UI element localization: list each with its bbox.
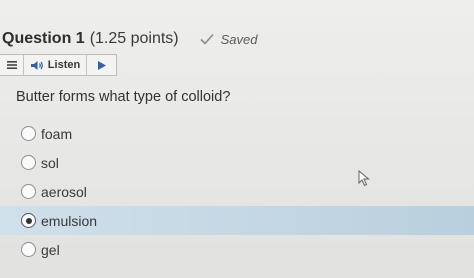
check-icon <box>200 33 214 45</box>
option-label: sol <box>41 154 59 171</box>
saved-label: Saved <box>220 31 258 47</box>
option-label: gel <box>41 241 60 258</box>
menu-icon <box>6 61 17 69</box>
radio-button[interactable] <box>21 126 36 141</box>
mouse-cursor-icon <box>358 170 370 187</box>
option-label: aerosol <box>41 183 87 200</box>
radio-button[interactable] <box>21 242 36 257</box>
radio-button[interactable] <box>21 184 36 199</box>
question-text: Butter forms what type of colloid? <box>16 89 231 105</box>
readspeaker-toolbar: Listen <box>0 54 117 76</box>
option-sol[interactable]: sol <box>0 148 474 177</box>
question-title: Question 1 <box>2 30 85 47</box>
listen-label: Listen <box>47 59 81 71</box>
option-label: foam <box>41 125 73 142</box>
radio-button-selected[interactable] <box>21 213 36 228</box>
option-foam[interactable]: foam <box>0 119 474 148</box>
option-gel[interactable]: gel <box>0 235 474 264</box>
toolbar-menu-button[interactable] <box>0 55 24 75</box>
play-icon <box>97 60 106 70</box>
listen-button[interactable]: Listen <box>24 55 87 75</box>
question-header: Question 1 (1.25 points) Saved <box>2 26 258 52</box>
answer-options: foam sol aerosol emulsion gel <box>0 119 474 264</box>
option-label: emulsion <box>41 212 98 229</box>
option-aerosol[interactable]: aerosol <box>0 177 474 206</box>
option-emulsion[interactable]: emulsion <box>0 206 474 235</box>
radio-dot <box>25 217 32 224</box>
speaker-icon <box>30 60 43 70</box>
question-points: (1.25 points) <box>89 30 179 47</box>
play-button[interactable] <box>87 55 116 75</box>
radio-button[interactable] <box>21 155 36 170</box>
quiz-page: Question 1 (1.25 points) Saved Listen Bu… <box>0 0 474 278</box>
saved-status: Saved <box>199 32 258 47</box>
